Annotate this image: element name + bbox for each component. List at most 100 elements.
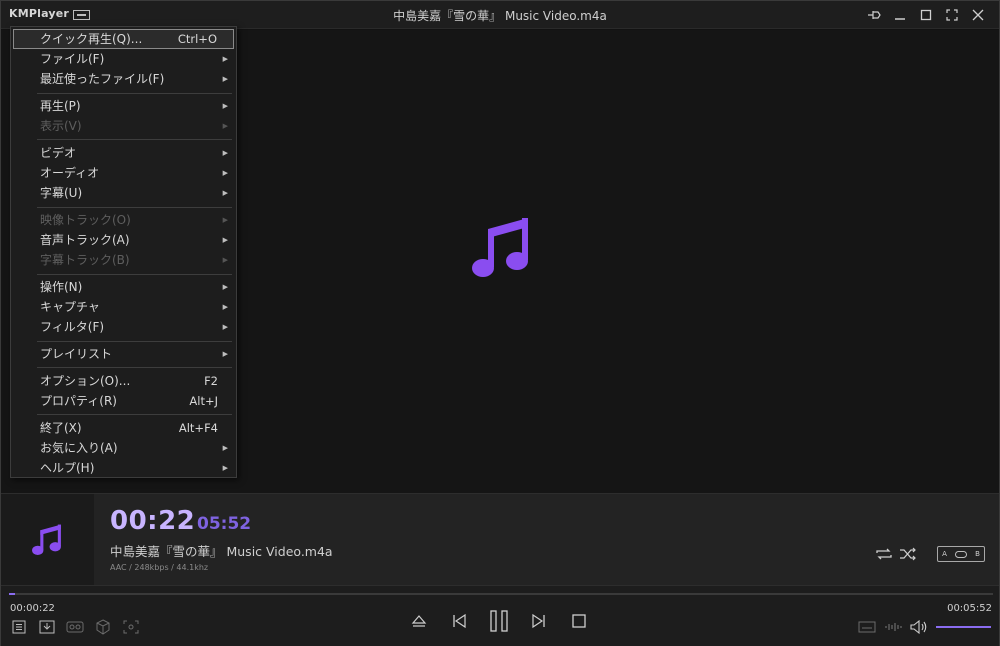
menu-item-label: ヘルプ(H) [40,461,95,476]
menu-item[interactable]: オーディオ ▶ [11,163,236,183]
control-bar: 00:00:22 00:05:52 [1,585,999,646]
menu-item-shortcut: Alt+J [189,394,218,408]
duration-time: 00:05:52 [947,603,992,614]
3d-cube-icon[interactable] [94,619,112,635]
submenu-arrow-icon: ▶ [222,443,228,452]
shuffle-icon[interactable] [899,546,917,562]
context-menu: クイック再生(Q)... Ctrl+O ファイル(F) ▶ 最近使ったファイル(F) ▶ 再… [10,26,237,478]
menu-item[interactable]: ビデオ ▶ [11,143,236,163]
menu-item[interactable]: クイック再生(Q)... Ctrl+O [13,29,234,50]
menu-item-shortcut: Ctrl+O [177,32,217,46]
menu-item-label: 再生(P) [40,99,81,114]
capture-icon[interactable] [122,619,140,635]
menu-item-label: 映像トラック(O) [40,213,131,227]
menu-item[interactable]: お気に入り(A) ▶ [11,438,236,458]
minimize-icon[interactable] [889,5,911,25]
music-note-icon [469,213,533,283]
menu-item: 映像トラック(O) ▶ [11,210,236,230]
playback-controls [408,610,590,632]
seek-progress [9,593,16,595]
pin-icon[interactable] [863,5,885,25]
menu-item-label: プレイリスト [40,347,113,362]
menu-item-label: ファイル(F) [40,52,105,67]
ab-toggle-icon [954,550,967,558]
repeat-icon[interactable] [875,546,893,562]
right-toolbar [858,619,991,635]
ab-repeat-button[interactable]: A B [937,546,985,562]
menu-item-label: 字幕(U) [40,186,83,201]
elapsed-time: 00:00:22 [10,603,55,614]
menu-item-label: クイック再生(Q)... [40,32,143,46]
menu-item[interactable]: ファイル(F) ▶ [11,49,236,69]
menu-item-label: 最近使ったファイル(F) [40,72,165,87]
next-icon[interactable] [528,610,550,632]
menu-item[interactable]: プレイリスト ▶ [11,344,236,364]
equalizer-icon[interactable] [884,619,902,635]
left-toolbar [10,619,140,635]
menu-item[interactable]: キャプチャ ▶ [11,297,236,317]
menu-item-label: 終了(X) [40,420,82,435]
kmplayer-window: KMPlayer 中島美嘉『雪の華』 Music Video.m4a 00:22… [0,0,1000,646]
menu-item-label: ビデオ [40,145,77,160]
submenu-arrow-icon: ▶ [222,283,228,292]
previous-icon[interactable] [448,610,470,632]
current-time: 00:22 [110,506,196,536]
window-title: 中島美嘉『雪の華』 Music Video.m4a [393,9,607,23]
submenu-arrow-icon: ▶ [222,122,228,131]
volume-icon[interactable] [910,619,928,635]
volume-slider[interactable] [936,626,991,628]
menu-item-label: キャプチャ [40,300,100,315]
submenu-arrow-icon: ▶ [222,169,228,178]
total-time: 05:52 [197,514,252,534]
menu-item[interactable]: 最近使ったファイル(F) ▶ [11,69,236,89]
menu-item[interactable]: 音声トラック(A) ▶ [11,230,236,250]
menu-item[interactable]: 字幕(U) ▶ [11,183,236,203]
stop-icon[interactable] [568,610,590,632]
menu-item[interactable]: フィルタ(F) ▶ [11,317,236,337]
menu-item-label: プロパティ(R) [40,394,117,408]
menu-item-label: フィルタ(F) [40,320,105,335]
music-note-icon [30,522,64,560]
vr-icon[interactable] [66,619,84,635]
volume-level [936,626,991,628]
subtitle-icon[interactable] [858,619,876,635]
title-bar[interactable]: KMPlayer 中島美嘉『雪の華』 Music Video.m4a [1,1,999,29]
eject-icon[interactable] [408,610,430,632]
seek-bar[interactable] [9,593,993,595]
menu-item[interactable]: 再生(P) ▶ [11,96,236,116]
menu-item-label: 音声トラック(A) [40,233,130,248]
playlist-icon[interactable] [10,619,28,635]
menu-item[interactable]: 終了(X) Alt+F4 [11,418,236,438]
track-name: 中島美嘉『雪の華』 Music Video.m4a [110,544,333,559]
menu-item-label: 字幕トラック(B) [40,253,130,268]
submenu-arrow-icon: ▶ [222,350,228,359]
pause-icon[interactable] [488,610,510,632]
track-meta: AAC / 248kbps / 44.1khz [110,563,209,572]
submenu-arrow-icon: ▶ [222,323,228,332]
menu-item-label: お気に入り(A) [40,440,118,455]
menu-item-shortcut: F2 [204,373,218,388]
menu-item-label: オプション(O)... [40,373,131,388]
submenu-arrow-icon: ▶ [222,216,228,224]
ab-start-label: A [942,550,947,558]
album-thumbnail [1,494,94,586]
submenu-arrow-icon: ▶ [222,102,228,111]
maximize-icon[interactable] [915,5,937,25]
close-icon[interactable] [967,5,989,25]
window-controls [863,5,989,25]
menu-item[interactable]: オプション(O)... F2 [11,371,236,391]
ab-end-label: B [975,550,980,558]
menu-item[interactable]: ヘルプ(H) ▶ [11,458,236,478]
download-icon[interactable] [38,619,56,635]
submenu-arrow-icon: ▶ [222,303,228,312]
menu-item-label: 操作(N) [40,280,83,295]
menu-item[interactable]: 操作(N) ▶ [11,277,236,297]
submenu-arrow-icon: ▶ [222,55,228,64]
menu-item: 表示(V) ▶ [11,116,236,136]
submenu-arrow-icon: ▶ [222,148,228,157]
submenu-arrow-icon: ▶ [222,464,228,473]
submenu-arrow-icon: ▶ [222,189,228,198]
menu-item[interactable]: プロパティ(R) Alt+J [11,391,236,411]
fullscreen-icon[interactable] [941,5,963,25]
menu-item: 字幕トラック(B) ▶ [11,250,236,270]
